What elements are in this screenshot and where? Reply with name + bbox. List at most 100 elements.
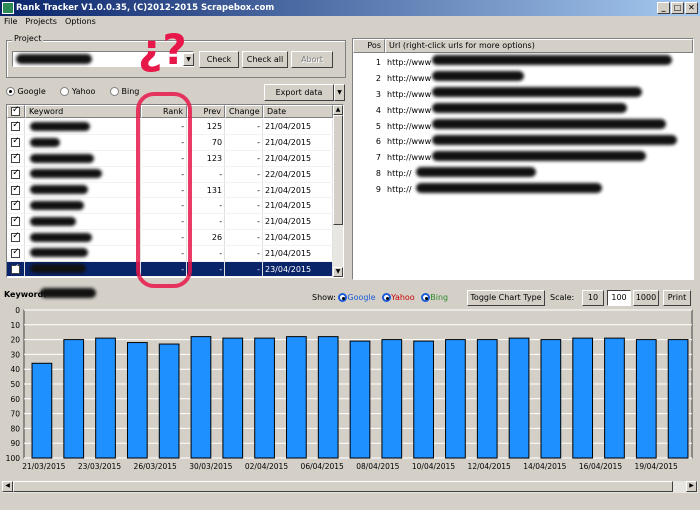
chart-bar — [126, 342, 148, 459]
row-checkbox[interactable] — [7, 213, 26, 231]
prev-cell: - — [186, 261, 226, 278]
chart-bar — [667, 339, 689, 459]
prev-cell: - — [186, 213, 226, 231]
date-cell: 21/04/2015 — [262, 182, 333, 199]
change-cell: - — [224, 197, 263, 215]
chart-bar — [222, 337, 244, 459]
row-checkbox[interactable] — [7, 182, 26, 199]
pos-cell: 3 — [375, 89, 381, 99]
bing-radio-label: Bing — [121, 87, 140, 96]
x-tick-label: 14/04/2015 — [523, 462, 566, 471]
y-tick-label: 20 — [10, 336, 20, 345]
row-checkbox[interactable] — [7, 197, 26, 215]
menu-file[interactable]: File — [0, 16, 21, 28]
keyword-header[interactable]: Keyword — [25, 105, 141, 118]
chart-scroll-thumb[interactable] — [13, 481, 673, 492]
redacted-keyword-1 — [30, 122, 90, 131]
scroll-up-icon[interactable]: ▲ — [333, 105, 343, 115]
row-checkbox[interactable] — [7, 245, 26, 262]
scroll-right-icon[interactable]: ▶ — [686, 481, 697, 492]
row-checkbox[interactable] — [7, 229, 26, 246]
prev-header[interactable]: Prev — [187, 105, 225, 118]
check-button[interactable]: Check — [199, 51, 239, 68]
google-radio[interactable] — [6, 87, 15, 96]
scroll-left-icon[interactable]: ◀ — [2, 481, 13, 492]
chart-bar — [572, 337, 594, 459]
keyword-scrollbar[interactable]: ▲ ▼ — [333, 105, 343, 277]
yahoo-radio[interactable] — [60, 87, 70, 96]
pos-header[interactable]: Pos — [353, 39, 385, 53]
pos-cell: 6 — [375, 137, 381, 147]
scale-label: Scale: — [550, 293, 575, 302]
change-cell: - — [224, 213, 263, 231]
prev-cell: - — [186, 245, 226, 262]
chart-scrollbar[interactable]: ◀ ▶ — [2, 481, 698, 493]
menu-projects[interactable]: Projects — [21, 16, 61, 28]
annotation-question: ¿? — [138, 25, 187, 74]
google-radio-label: Google — [17, 87, 46, 96]
scroll-down-icon[interactable]: ▼ — [333, 267, 343, 277]
abort-button[interactable]: Abort — [291, 51, 333, 68]
redacted-url-8 — [416, 167, 536, 177]
row-checkbox[interactable] — [7, 261, 26, 278]
project-group-label: Project — [12, 34, 44, 43]
show-yahoo-checkbox[interactable] — [382, 293, 392, 302]
window-title: Rank Tracker V1.0.0.35, (C)2012-2015 Scr… — [16, 3, 275, 13]
redacted-keyword-3 — [30, 153, 94, 163]
show-label: Show: — [312, 293, 336, 302]
row-checkbox[interactable] — [7, 150, 26, 167]
y-tick-label: 10 — [10, 321, 20, 330]
change-cell: - — [224, 150, 263, 167]
pos-cell: 7 — [375, 153, 381, 163]
export-data-button[interactable]: Export data — [264, 84, 334, 101]
row-checkbox[interactable] — [7, 134, 26, 152]
check-all-button[interactable]: Check all — [242, 51, 288, 68]
change-cell: - — [224, 134, 263, 152]
y-tick-label: 60 — [10, 395, 20, 404]
show-bing-checkbox[interactable] — [421, 293, 431, 302]
close-button[interactable]: ✕ — [685, 2, 698, 14]
x-tick-label: 16/04/2015 — [579, 462, 622, 471]
chart-bar — [63, 339, 85, 459]
x-tick-label: 23/03/2015 — [78, 462, 121, 471]
row-checkbox[interactable] — [7, 119, 26, 136]
menu-options[interactable]: Options — [61, 16, 100, 28]
chart-bar — [158, 343, 180, 459]
checkbox-header[interactable] — [7, 105, 25, 118]
chart-bar — [317, 336, 339, 459]
bing-radio[interactable] — [109, 87, 119, 96]
redacted-url-2 — [432, 71, 524, 81]
redacted-keyword-7 — [30, 216, 76, 226]
redacted-keyword-10 — [30, 264, 86, 274]
x-tick-label: 10/04/2015 — [412, 462, 455, 471]
y-tick-label: 80 — [10, 424, 20, 433]
date-cell: 21/04/2015 — [262, 245, 333, 262]
keyword-scroll-thumb[interactable] — [333, 115, 343, 225]
redacted-url-9 — [416, 183, 602, 193]
redacted-url-1 — [432, 55, 672, 65]
redacted-keyword — [40, 288, 96, 298]
engine-selector: Google Yahoo Bing — [6, 86, 139, 97]
pos-cell: 4 — [375, 105, 381, 115]
show-google-label: Google — [347, 293, 376, 302]
export-dropdown-arrow[interactable]: ▼ — [334, 84, 345, 101]
maximize-button[interactable]: □ — [671, 2, 684, 14]
date-cell: 21/04/2015 — [262, 229, 333, 246]
prev-cell: 125 — [186, 119, 226, 136]
redacted-keyword-6 — [30, 201, 84, 210]
change-header[interactable]: Change — [225, 105, 263, 118]
chart-bar — [286, 336, 307, 459]
prev-cell: 70 — [186, 134, 226, 152]
date-header[interactable]: Date — [263, 105, 333, 118]
chart-bar — [604, 337, 625, 459]
url-header[interactable]: Url (right-click urls for more options) — [385, 39, 693, 53]
prev-cell: - — [186, 197, 226, 215]
y-tick-label: 40 — [10, 365, 20, 374]
row-checkbox[interactable] — [7, 166, 26, 183]
minimize-button[interactable]: _ — [657, 2, 670, 14]
redacted-keyword-8 — [30, 232, 92, 242]
show-bing-label: Bing — [430, 293, 449, 302]
url-cell[interactable]: http://www — [385, 71, 693, 87]
x-tick-label: 26/03/2015 — [134, 462, 177, 471]
change-cell: - — [224, 166, 263, 183]
